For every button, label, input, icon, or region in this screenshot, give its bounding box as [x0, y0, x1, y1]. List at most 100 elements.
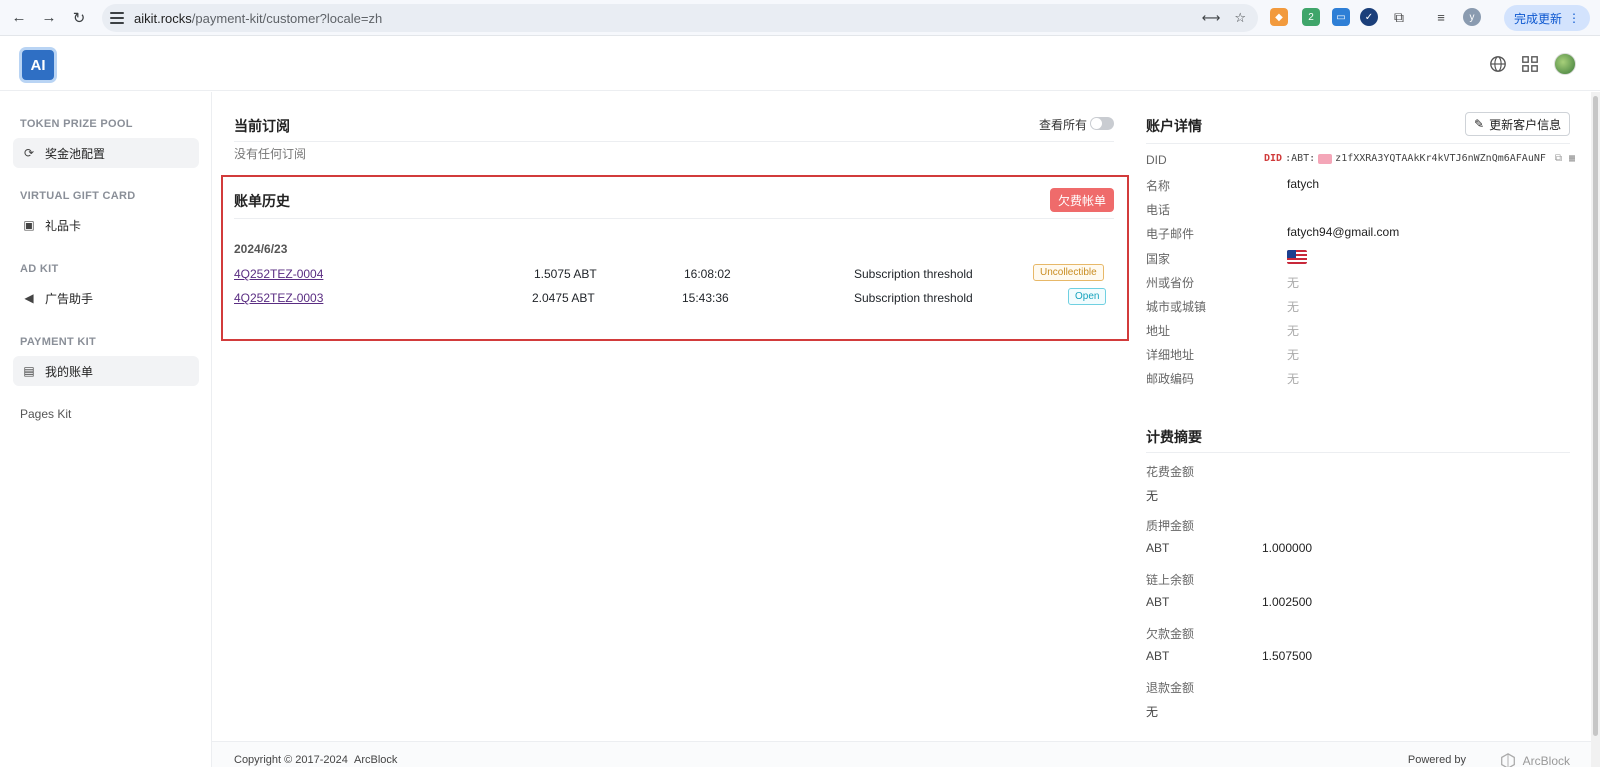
divider [1146, 452, 1570, 453]
divider [1146, 143, 1570, 144]
update-button[interactable]: 完成更新 ⋮ [1503, 5, 1590, 31]
globe-icon[interactable] [1487, 53, 1509, 75]
avatar[interactable] [1554, 53, 1576, 75]
country-label: 国家 [1146, 252, 1171, 266]
gift-card-icon: ▣ [23, 218, 35, 232]
address-value: 无 [1287, 324, 1300, 338]
onchain-balance-label: 链上余额 [1146, 573, 1195, 587]
sidebar-section-virtual-gift-card: VIRTUAL GIFT CARD [20, 190, 136, 202]
refund-amount-label: 退款金额 [1146, 681, 1195, 695]
invoice-history-title: 账单历史 [234, 193, 290, 209]
media-icon[interactable]: ▭ [1332, 8, 1350, 26]
sidebar-item-label: 我的账单 [45, 364, 94, 379]
status-badge: Open [1068, 288, 1107, 305]
divider [234, 141, 1114, 142]
powered-by-text: Powered by [1407, 754, 1466, 766]
table-row[interactable]: 4Q252TEZ-0003 2.0475 ABT 15:43:36 Subscr… [234, 288, 1107, 308]
city-value: 无 [1287, 300, 1300, 314]
metamask-icon[interactable]: ◆ [1270, 8, 1288, 26]
table-row[interactable]: 4Q252TEZ-0004 1.5075 ABT 16:08:02 Subscr… [234, 264, 1104, 284]
phone-label: 电话 [1146, 203, 1171, 217]
browser-toolbar: ← → ↻ aikit.rocks/payment-kit/customer?l… [0, 0, 1600, 36]
url-text[interactable]: aikit.rocks/payment-kit/customer?locale=… [134, 11, 382, 26]
sidebar: TOKEN PRIZE POOL ⟳ 奖金池配置 VIRTUAL GIFT CA… [0, 92, 212, 767]
us-flag-icon [1287, 250, 1307, 264]
spent-amount-label: 花费金额 [1146, 465, 1195, 479]
scrollbar[interactable] [1591, 92, 1600, 767]
edit-customer-button[interactable]: ✎ 更新客户信息 [1465, 112, 1571, 136]
check-icon[interactable]: ✓ [1360, 8, 1378, 26]
app-logo[interactable]: AI [22, 50, 54, 80]
email-value: fatych94@gmail.com [1287, 225, 1400, 239]
apps-grid-icon[interactable] [1519, 53, 1541, 75]
status-badge: Uncollectible [1033, 264, 1104, 281]
qrcode-icon[interactable]: ▦ [1569, 153, 1575, 164]
invoice-link[interactable]: 4Q252TEZ-0003 [234, 291, 323, 305]
onchain-currency: ABT [1146, 595, 1170, 609]
address-detail-label: 详细地址 [1146, 348, 1195, 362]
sidebar-section-payment-kit: PAYMENT KIT [20, 336, 97, 348]
footer: Copyright © 2017-2024 ArcBlock Powered b… [212, 741, 1594, 767]
overdue-invoices-button[interactable]: 欠费帐单 [1050, 188, 1115, 212]
did-avatar-icon [1318, 153, 1333, 164]
queue-icon[interactable]: ≡ [1432, 8, 1450, 26]
invoice-amount: 1.5075 ABT [534, 267, 597, 281]
staked-amount-label: 质押金额 [1146, 519, 1195, 533]
copy-icon[interactable]: ⧉ [1555, 153, 1562, 164]
did-value[interactable]: DID:ABT: z1fXXRA3YQTAAkKr4kVTJ6nWZnQm6AF… [1264, 153, 1575, 164]
due-amount-label: 欠款金额 [1146, 627, 1195, 641]
megaphone-icon: ◀ [24, 291, 34, 305]
due-currency: ABT [1146, 649, 1170, 663]
extensions-puzzle-icon[interactable]: ⧉ [1390, 8, 1408, 26]
billing-summary-title: 计费摘要 [1146, 429, 1202, 445]
staked-amount-value: 1.000000 [1262, 541, 1313, 555]
forward-icon[interactable]: → [34, 3, 64, 33]
more-icon: ⋮ [1568, 11, 1580, 25]
profile-icon[interactable]: y [1463, 8, 1481, 26]
name-label: 名称 [1146, 179, 1171, 193]
spent-amount-value: 无 [1146, 489, 1159, 503]
site-settings-icon[interactable] [110, 11, 124, 25]
address-bar[interactable]: aikit.rocks/payment-kit/customer?locale=… [102, 4, 1258, 32]
invoice-date-group: 2024/6/23 [234, 242, 288, 256]
due-amount-value: 1.507500 [1262, 649, 1313, 663]
subscription-title: 当前订阅 [234, 118, 290, 134]
invoice-time: 16:08:02 [684, 267, 731, 281]
state-label: 州或省份 [1146, 276, 1195, 290]
address-detail-value: 无 [1287, 348, 1300, 362]
sidebar-section-token-prize-pool: TOKEN PRIZE POOL [20, 118, 133, 130]
translate-icon[interactable]: ⟷ [1202, 10, 1221, 26]
email-label: 电子邮件 [1146, 227, 1195, 241]
receipt-icon: ▤ [23, 364, 35, 378]
arcblock-logo-icon [1500, 753, 1515, 767]
postal-code-value: 无 [1287, 372, 1300, 386]
divider [234, 218, 1114, 219]
account-details-title: 账户详情 [1146, 118, 1202, 134]
refund-amount-value: 无 [1146, 705, 1159, 719]
sidebar-item-ad-helper[interactable]: ◀ 广告助手 [13, 283, 199, 313]
back-icon[interactable]: ← [4, 3, 34, 33]
reload-icon[interactable]: ↻ [64, 3, 94, 33]
city-label: 城市或城镇 [1146, 300, 1207, 314]
arcblock-brand[interactable]: ArcBlock [1499, 752, 1570, 767]
invoice-reason: Subscription threshold [854, 291, 973, 305]
invoice-link[interactable]: 4Q252TEZ-0004 [234, 267, 323, 281]
postal-code-label: 邮政编码 [1146, 372, 1195, 386]
staked-currency: ABT [1146, 541, 1170, 555]
sidebar-item-gift-card[interactable]: ▣ 礼品卡 [13, 210, 199, 240]
subscription-empty-text: 没有任何订阅 [234, 147, 307, 161]
invoice-history-highlight [221, 175, 1129, 341]
sidebar-item-label: 礼品卡 [45, 218, 82, 233]
refresh-coin-icon: ⟳ [23, 146, 35, 160]
name-value: fatych [1287, 177, 1320, 191]
sidebar-item-pages-kit[interactable]: Pages Kit [20, 407, 71, 421]
view-all-toggle[interactable] [1090, 117, 1114, 130]
view-all-label: 查看所有 [1039, 118, 1088, 132]
sidebar-item-my-bills[interactable]: ▤ 我的账单 [13, 356, 199, 386]
star-icon[interactable]: ☆ [1234, 10, 1246, 26]
sidebar-item-prize-pool[interactable]: ⟳ 奖金池配置 [13, 138, 199, 168]
extension-icon[interactable]: 2 [1302, 8, 1320, 26]
app-header: AI [0, 37, 1600, 91]
invoice-amount: 2.0475 ABT [532, 291, 595, 305]
state-value: 无 [1287, 276, 1300, 290]
